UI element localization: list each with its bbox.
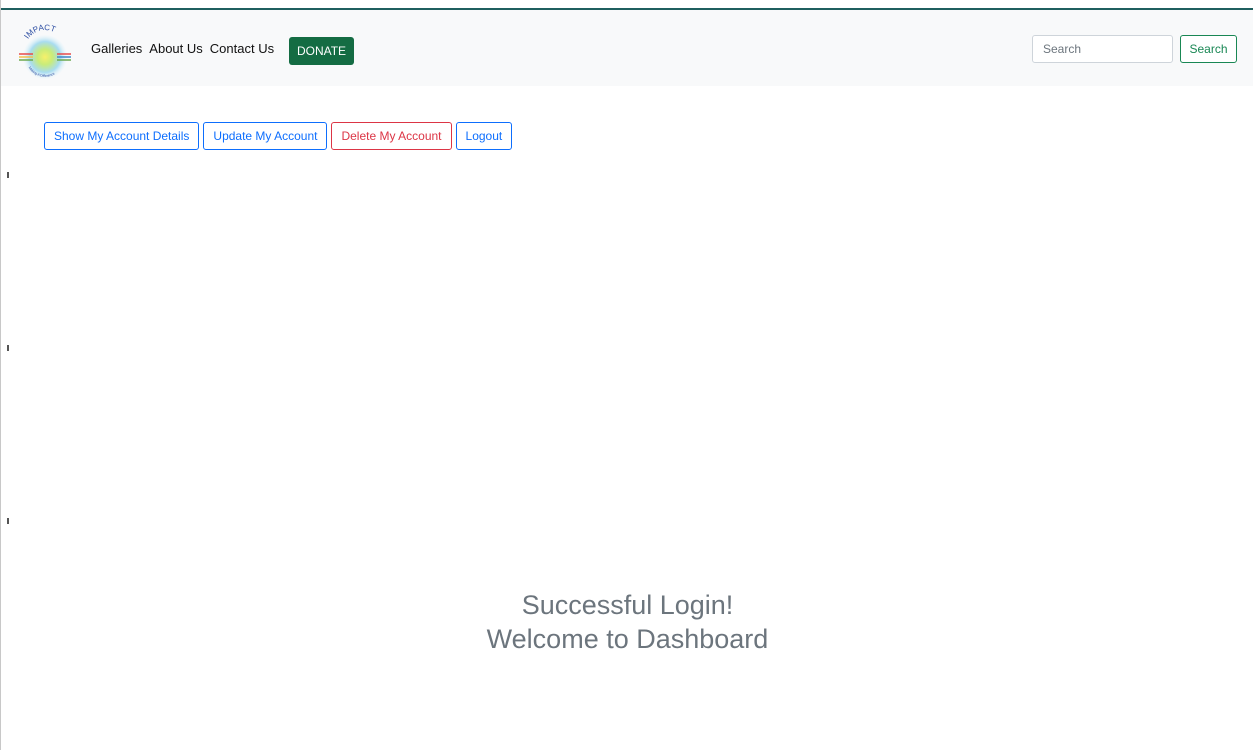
nav-link-about-us[interactable]: About Us	[149, 41, 202, 57]
nav-link-galleries[interactable]: Galleries	[91, 41, 142, 57]
page: IMPACT Making A Difference Galleries Abo…	[0, 0, 1253, 750]
show-account-details-button[interactable]: Show My Account Details	[44, 122, 200, 150]
search-input[interactable]	[1032, 35, 1173, 63]
navbar: IMPACT Making A Difference Galleries Abo…	[1, 10, 1253, 86]
delete-account-button[interactable]: Delete My Account	[331, 122, 452, 150]
search-button[interactable]: Search	[1180, 35, 1237, 63]
login-success-heading: Successful Login!	[521, 590, 734, 620]
impact-logo[interactable]: IMPACT Making A Difference	[17, 24, 73, 86]
account-actions: Show My Account Details Update My Accoun…	[44, 122, 516, 150]
dashboard-welcome-heading: Welcome to Dashboard	[486, 624, 769, 654]
update-account-button[interactable]: Update My Account	[203, 122, 328, 150]
donate-button[interactable]: DONATE	[289, 37, 354, 65]
nav-links: Galleries About Us Contact Us	[91, 41, 281, 57]
welcome-message: Successful Login! Welcome to Dashboard	[1, 588, 1253, 656]
nav-link-contact-us[interactable]: Contact Us	[210, 41, 274, 57]
logout-button[interactable]: Logout	[455, 122, 513, 150]
